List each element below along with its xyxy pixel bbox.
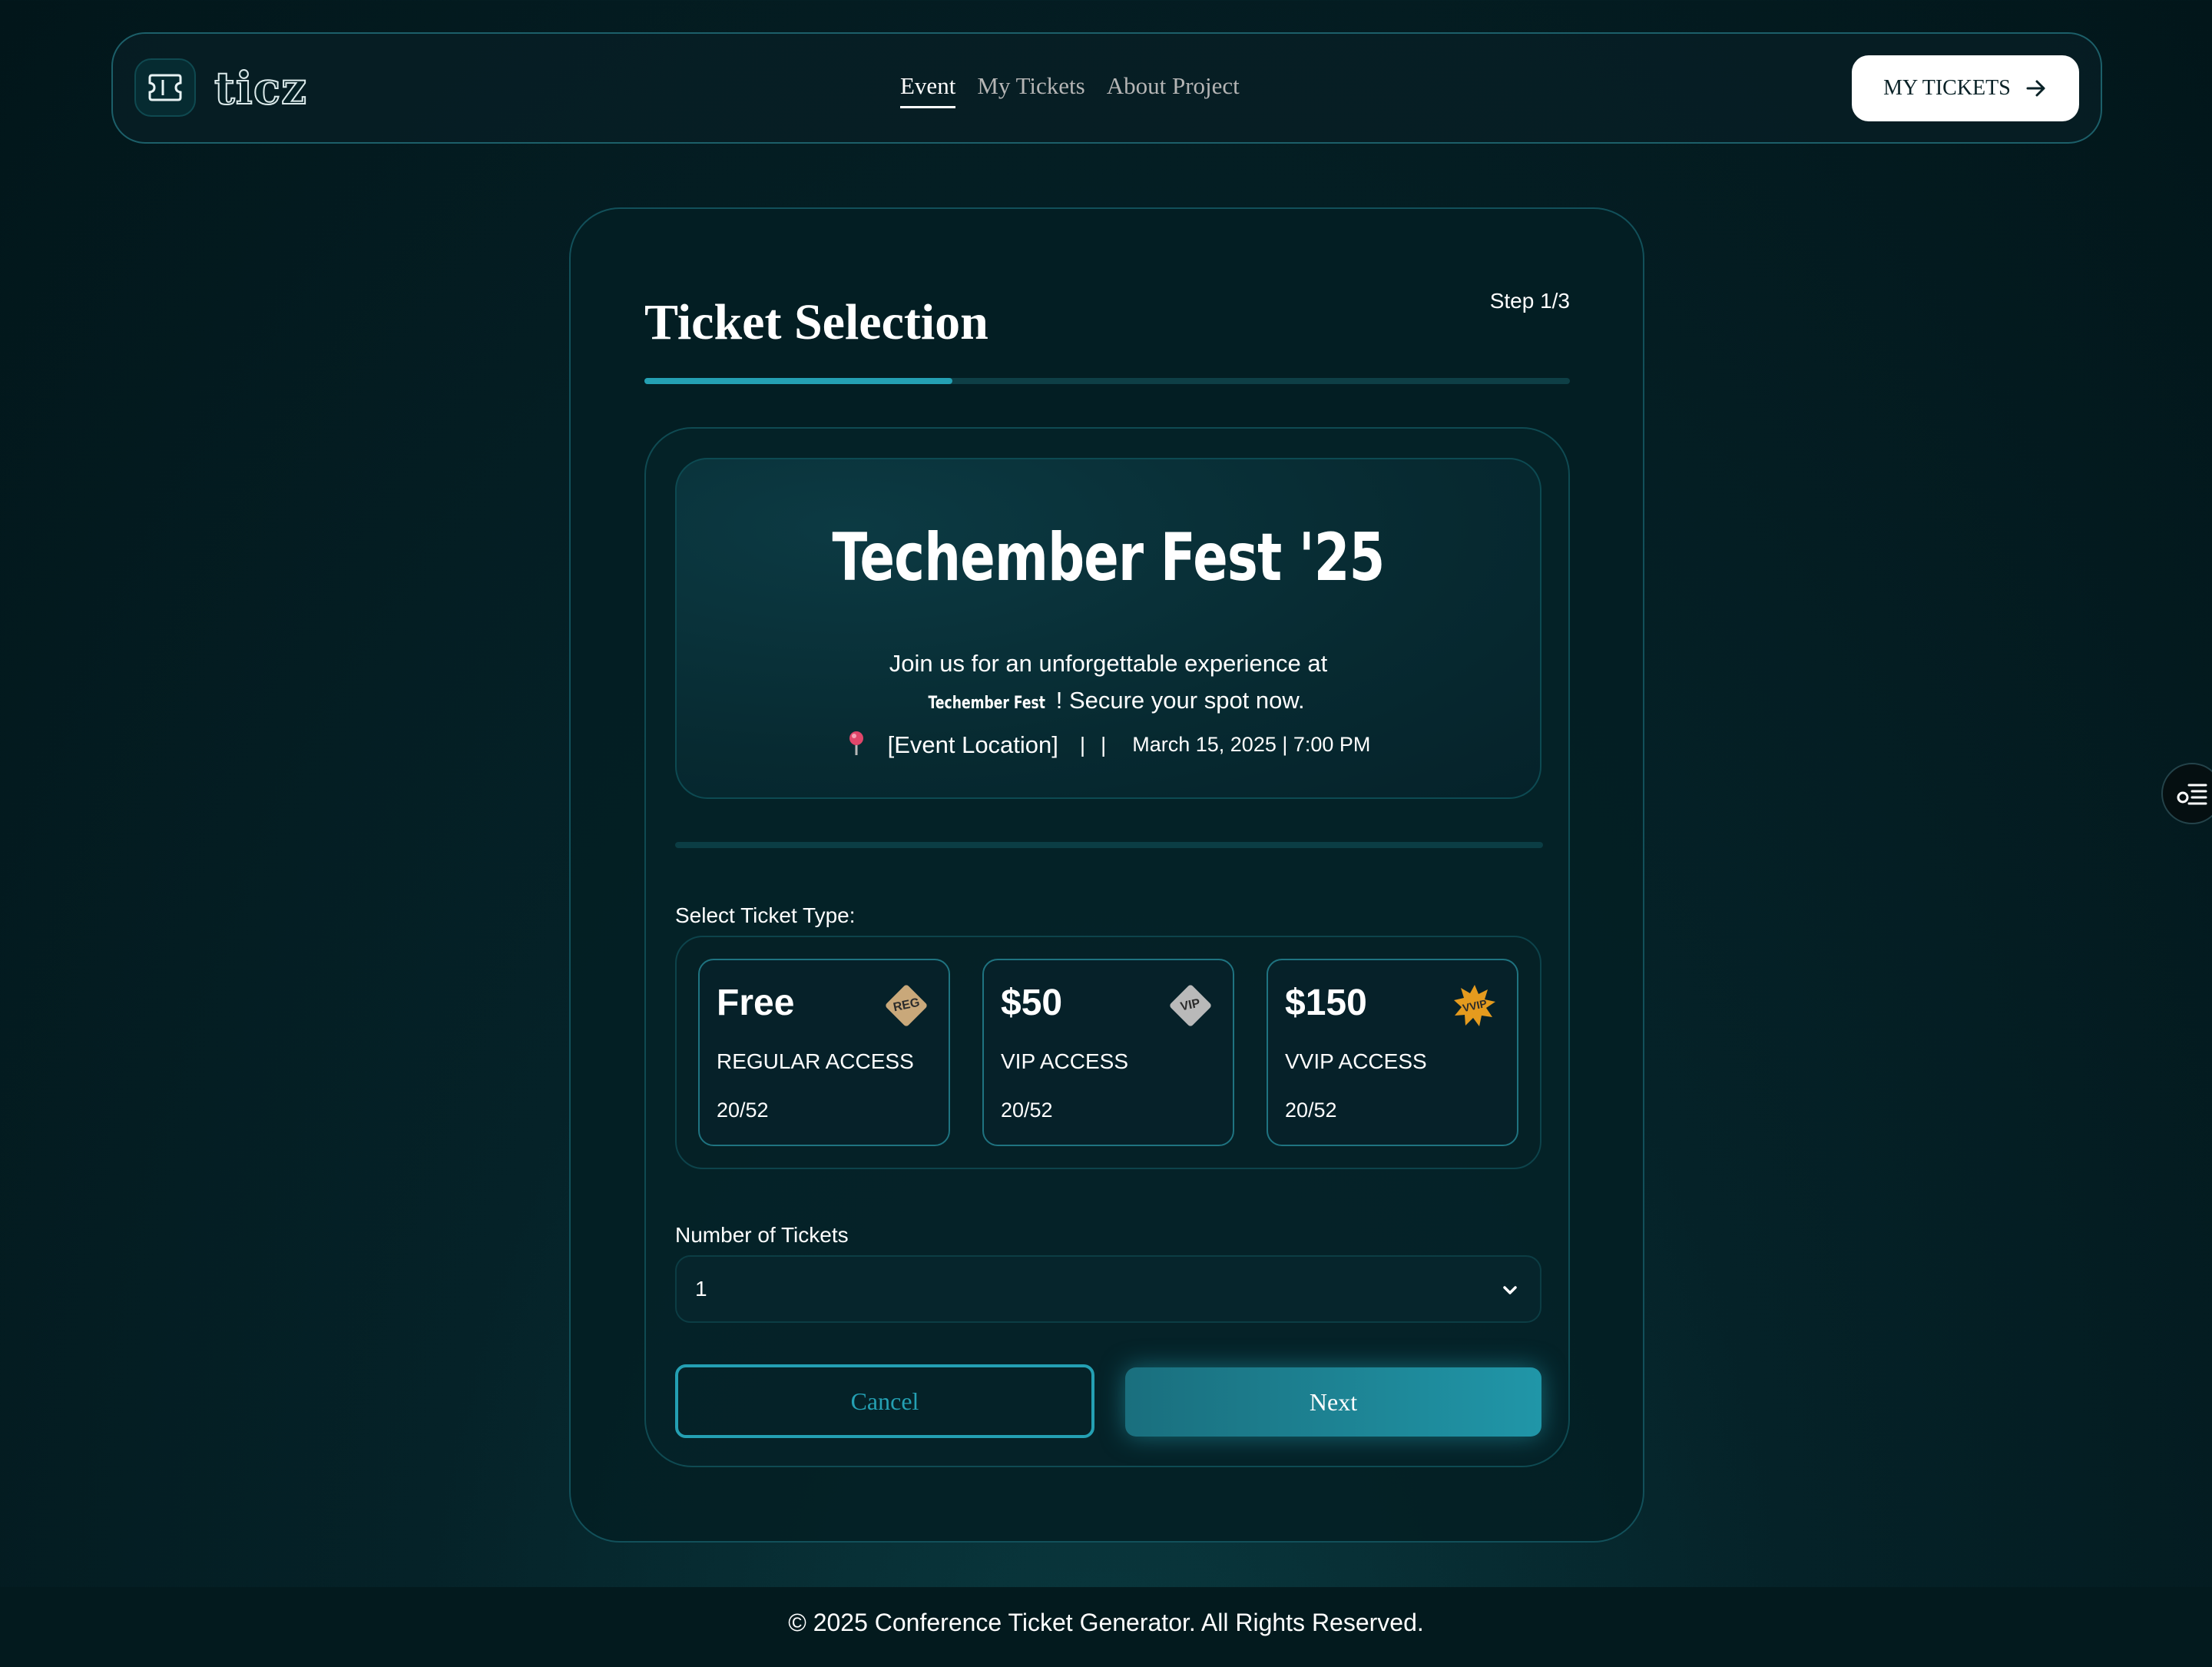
top-navbar: ticz Event My Tickets About Project MY T… — [111, 32, 2102, 144]
ticket-price: $50 — [1001, 983, 1063, 1023]
my-tickets-button[interactable]: MY TICKETS — [1852, 55, 2079, 121]
ticket-type-label: Select Ticket Type: — [675, 903, 856, 927]
floating-menu-button[interactable] — [2161, 763, 2212, 824]
vvip-badge-icon: VVIP — [1452, 983, 1497, 1028]
footer-copyright: © 2025 Conference Ticket Generator. All … — [788, 1609, 1424, 1636]
progress-bar-fill — [644, 378, 953, 384]
event-meta: [Event Location] | | March 15, 2025 | 7:… — [677, 730, 1540, 760]
ticket-access-name: VVIP ACCESS — [1285, 1049, 1427, 1073]
chevron-down-icon — [1503, 1286, 1517, 1294]
page-footer: © 2025 Conference Ticket Generator. All … — [0, 1587, 2212, 1667]
ticket-logo-icon[interactable] — [134, 58, 196, 117]
brand-logo-text[interactable]: ticz — [214, 62, 307, 114]
event-description-brand: Techember Fest — [928, 694, 1046, 713]
ticket-price: $150 — [1285, 983, 1367, 1023]
list-settings-icon — [2177, 784, 2207, 805]
next-button[interactable]: Next — [1125, 1367, 1541, 1437]
ticket-selection-card: Ticket Selection Step 1/3 Techember Fest… — [569, 207, 1644, 1543]
vip-badge-icon: VIP — [1168, 983, 1213, 1028]
ticket-option-regular[interactable]: Free REG REGULAR ACCESS 20/52 — [698, 959, 950, 1146]
nav-item-about-project[interactable]: About Project — [1107, 72, 1240, 108]
step-indicator: Step 1/3 — [1489, 289, 1570, 313]
meta-separator: | | — [1079, 732, 1111, 757]
event-title: Techember Fest '25 — [832, 519, 1385, 596]
section-divider — [675, 842, 1543, 848]
ticket-quantity-value: 1 — [695, 1277, 707, 1301]
event-description: Join us for an unforgettable experience … — [677, 645, 1540, 722]
nav-item-my-tickets[interactable]: My Tickets — [977, 72, 1084, 108]
event-location: [Event Location] — [887, 731, 1058, 758]
ticket-quantity-select[interactable]: 1 — [675, 1255, 1541, 1323]
nav-item-event[interactable]: Event — [900, 72, 956, 108]
ticket-option-vvip[interactable]: $150 VVIP VVIP ACCESS 20/52 — [1267, 959, 1518, 1146]
event-description-line1: Join us for an unforgettable experience … — [889, 650, 1328, 677]
ticket-access-name: VIP ACCESS — [1001, 1049, 1129, 1073]
event-description-line2: ! Secure your spot now. — [1055, 687, 1305, 714]
cancel-button[interactable]: Cancel — [675, 1364, 1094, 1438]
ticket-availability: 20/52 — [717, 1099, 769, 1122]
arrow-right-icon — [2026, 80, 2045, 97]
reg-badge-icon: REG — [884, 983, 929, 1028]
ticket-quantity-label: Number of Tickets — [675, 1223, 849, 1247]
event-datetime: March 15, 2025 | 7:00 PM — [1132, 733, 1371, 756]
ticket-form: Techember Fest '25 Join us for an unforg… — [644, 427, 1570, 1467]
my-tickets-button-label: MY TICKETS — [1883, 76, 2011, 100]
ticket-option-vip[interactable]: $50 VIP VIP ACCESS 20/52 — [982, 959, 1234, 1146]
page-title: Ticket Selection — [644, 294, 988, 350]
ticket-type-group: Free REG REGULAR ACCESS 20/52 $50 VIP VI… — [675, 936, 1541, 1169]
location-pin-icon — [846, 730, 866, 760]
ticket-availability: 20/52 — [1285, 1099, 1337, 1122]
ticket-price: Free — [717, 983, 795, 1023]
ticket-availability: 20/52 — [1001, 1099, 1053, 1122]
main-nav: Event My Tickets About Project — [900, 72, 1240, 108]
progress-bar — [644, 378, 1570, 384]
event-info-panel: Techember Fest '25 Join us for an unforg… — [675, 458, 1541, 799]
ticket-access-name: REGULAR ACCESS — [717, 1049, 914, 1073]
